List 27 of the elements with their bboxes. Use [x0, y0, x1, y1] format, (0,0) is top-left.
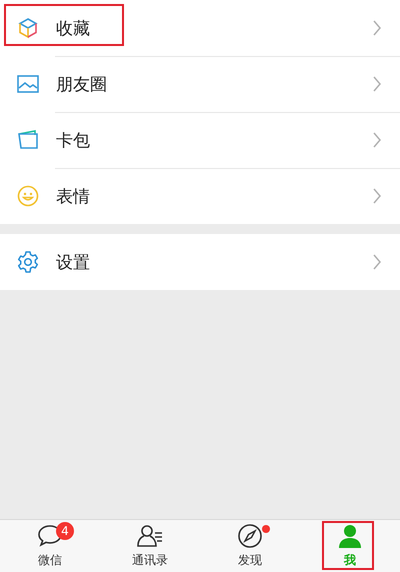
card-icon [16, 128, 40, 152]
tab[interactable]: 微信 4 [0, 520, 100, 572]
chevron-icon [372, 76, 382, 92]
cube-icon [16, 16, 40, 40]
menu-item[interactable]: 设置 [0, 234, 400, 290]
menu-label: 表情 [56, 186, 91, 208]
tab[interactable]: 通讯录 [100, 520, 200, 572]
chevron-icon [372, 188, 382, 204]
smiley-icon [16, 184, 40, 208]
picture-frame-icon [16, 72, 40, 96]
chevron-icon [372, 132, 382, 148]
unread-badge: 4 [56, 522, 74, 540]
menu-label: 收藏 [56, 18, 91, 40]
menu-label: 朋友圈 [56, 74, 108, 96]
menu-label: 设置 [56, 252, 91, 274]
menu-label: 卡包 [56, 130, 91, 152]
compass-icon [236, 522, 264, 550]
settings-icon [16, 250, 40, 274]
menu-item[interactable]: 卡包 [0, 112, 400, 168]
chevron-icon [372, 254, 382, 270]
tab[interactable]: 发现 [200, 520, 300, 572]
chevron-icon [372, 20, 382, 36]
menu-item[interactable]: 收藏 [0, 0, 400, 56]
person-icon [336, 522, 364, 550]
contacts-icon [136, 522, 164, 550]
menu-item[interactable]: 朋友圈 [0, 56, 400, 112]
menu-item[interactable]: 表情 [0, 168, 400, 224]
